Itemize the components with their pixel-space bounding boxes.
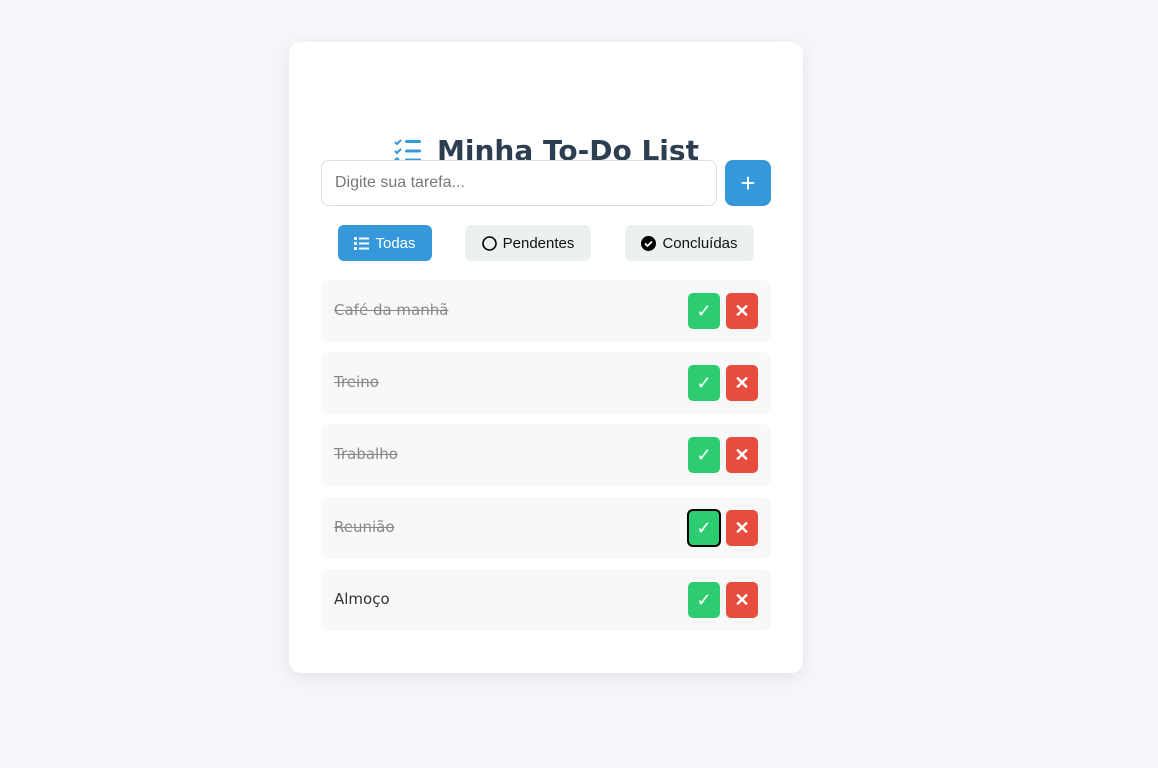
filter-todas[interactable]: Todas (338, 225, 432, 261)
complete-button[interactable]: ✓ (687, 509, 721, 547)
filter-concluidas[interactable]: Concluídas (625, 225, 754, 261)
filter-label: Pendentes (502, 234, 575, 252)
complete-button[interactable]: ✓ (688, 437, 720, 473)
delete-button[interactable]: ✕ (726, 293, 758, 329)
delete-button[interactable]: ✕ (726, 437, 758, 473)
complete-button[interactable]: ✓ (688, 293, 720, 329)
add-task-button[interactable]: + (725, 160, 771, 206)
filter-pendentes[interactable]: Pendentes (465, 225, 591, 261)
filter-label: Todas (375, 234, 416, 252)
circle-icon (481, 235, 497, 251)
task-text: Almoço (334, 590, 390, 608)
task-item: Reunião ✓ ✕ (321, 497, 771, 559)
filter-label: Concluídas (662, 234, 738, 252)
delete-button[interactable]: ✕ (726, 582, 758, 618)
complete-button[interactable]: ✓ (688, 365, 720, 401)
task-item: Treino ✓ ✕ (321, 352, 771, 414)
task-input[interactable] (321, 160, 717, 206)
task-item: Café da manhã ✓ ✕ (321, 280, 771, 342)
check-circle-icon (641, 235, 657, 251)
task-text: Trabalho (334, 445, 398, 463)
task-item: Almoço ✓ ✕ (321, 569, 771, 631)
delete-button[interactable]: ✕ (726, 365, 758, 401)
task-text: Reunião (334, 518, 395, 536)
task-text: Treino (334, 373, 379, 391)
delete-button[interactable]: ✕ (726, 510, 758, 546)
complete-button[interactable]: ✓ (688, 582, 720, 618)
todo-card: Minha To-Do List + Todas Pendentes Concl… (289, 42, 803, 673)
list-icon (354, 236, 370, 250)
task-text: Café da manhã (334, 301, 449, 319)
task-item: Trabalho ✓ ✕ (321, 424, 771, 486)
